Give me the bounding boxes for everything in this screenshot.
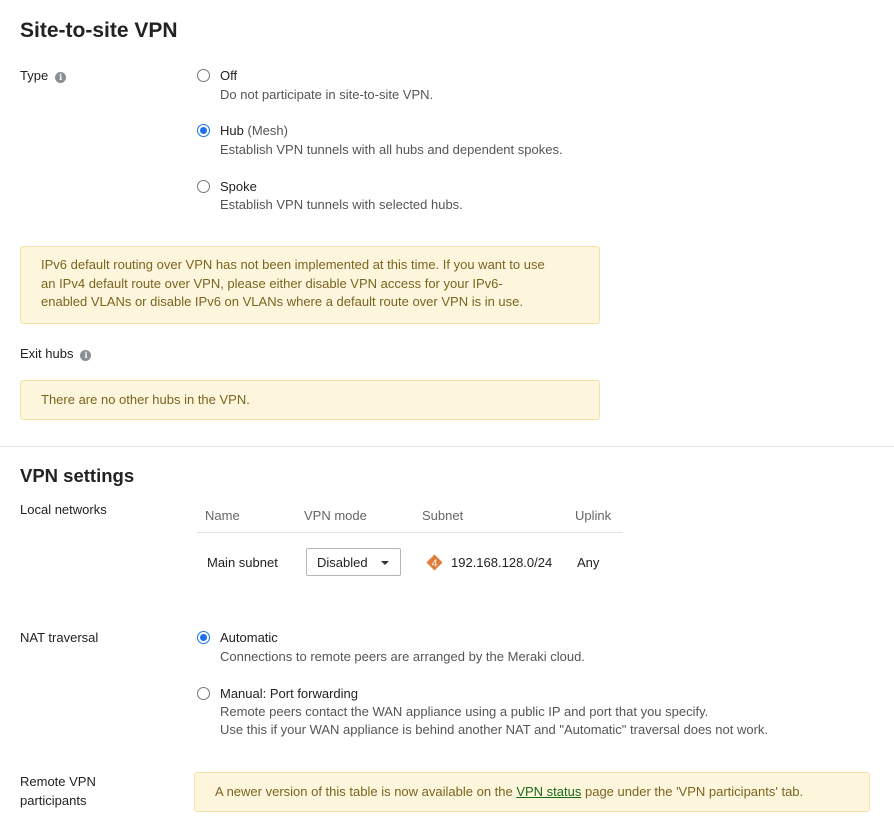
option-off-desc: Do not participate in site-to-site VPN. xyxy=(220,87,434,102)
local-networks-label: Local networks xyxy=(20,502,107,517)
column-header-uplink: Uplink xyxy=(575,508,612,523)
nat-traversal-label: NAT traversal xyxy=(20,630,99,645)
info-icon[interactable]: i xyxy=(55,72,67,83)
remote-vpn-participants-label: Remote VPN participants xyxy=(20,774,96,808)
section-divider xyxy=(0,446,894,447)
nat-manual-desc-2: Use this if your WAN appliance is behind… xyxy=(220,722,769,737)
exit-hubs-label: Exit hubs i xyxy=(20,344,92,363)
column-header-name: Name xyxy=(205,508,240,523)
radio-automatic[interactable] xyxy=(197,631,210,644)
option-off-title: Off xyxy=(220,68,238,83)
column-header-vpn-mode: VPN mode xyxy=(304,508,367,523)
vlan-badge-icon: 4 xyxy=(426,554,443,571)
radio-manual[interactable] xyxy=(197,687,210,700)
nat-manual-desc-1: Remote peers contact the WAN appliance u… xyxy=(220,704,709,719)
nat-manual-title: Manual: Port forwarding xyxy=(220,686,359,701)
option-hub-title: Hub (Mesh) xyxy=(220,123,288,138)
no-hubs-notice: There are no other hubs in the VPN. xyxy=(20,380,600,420)
vpn-settings-title: VPN settings xyxy=(20,465,135,486)
vlan-badge-number: 4 xyxy=(432,557,438,569)
option-spoke-title: Spoke xyxy=(220,179,257,194)
nat-automatic-desc: Connections to remote peers are arranged… xyxy=(220,649,585,664)
radio-hub[interactable] xyxy=(197,124,210,137)
page-title: Site-to-site VPN xyxy=(20,19,178,42)
nat-automatic-title: Automatic xyxy=(220,630,278,645)
type-label: Type i xyxy=(20,66,67,85)
vpn-mode-select[interactable]: Disabled xyxy=(306,548,401,576)
vpn-status-link[interactable]: VPN status xyxy=(516,784,581,799)
vpn-status-notice: A newer version of this table is now ava… xyxy=(194,772,870,812)
info-icon[interactable]: i xyxy=(80,350,92,361)
row-uplink: Any xyxy=(577,555,600,570)
row-subnet: 192.168.128.0/24 xyxy=(451,555,553,570)
option-hub-desc: Establish VPN tunnels with all hubs and … xyxy=(220,142,563,157)
caret-down-icon xyxy=(381,561,389,565)
table-header-divider xyxy=(197,532,623,533)
radio-off[interactable] xyxy=(197,69,210,82)
row-name: Main subnet xyxy=(207,555,278,570)
ipv6-notice: IPv6 default routing over VPN has not be… xyxy=(20,246,600,324)
column-header-subnet: Subnet xyxy=(422,508,464,523)
option-spoke-desc: Establish VPN tunnels with selected hubs… xyxy=(220,197,463,212)
radio-spoke[interactable] xyxy=(197,180,210,193)
